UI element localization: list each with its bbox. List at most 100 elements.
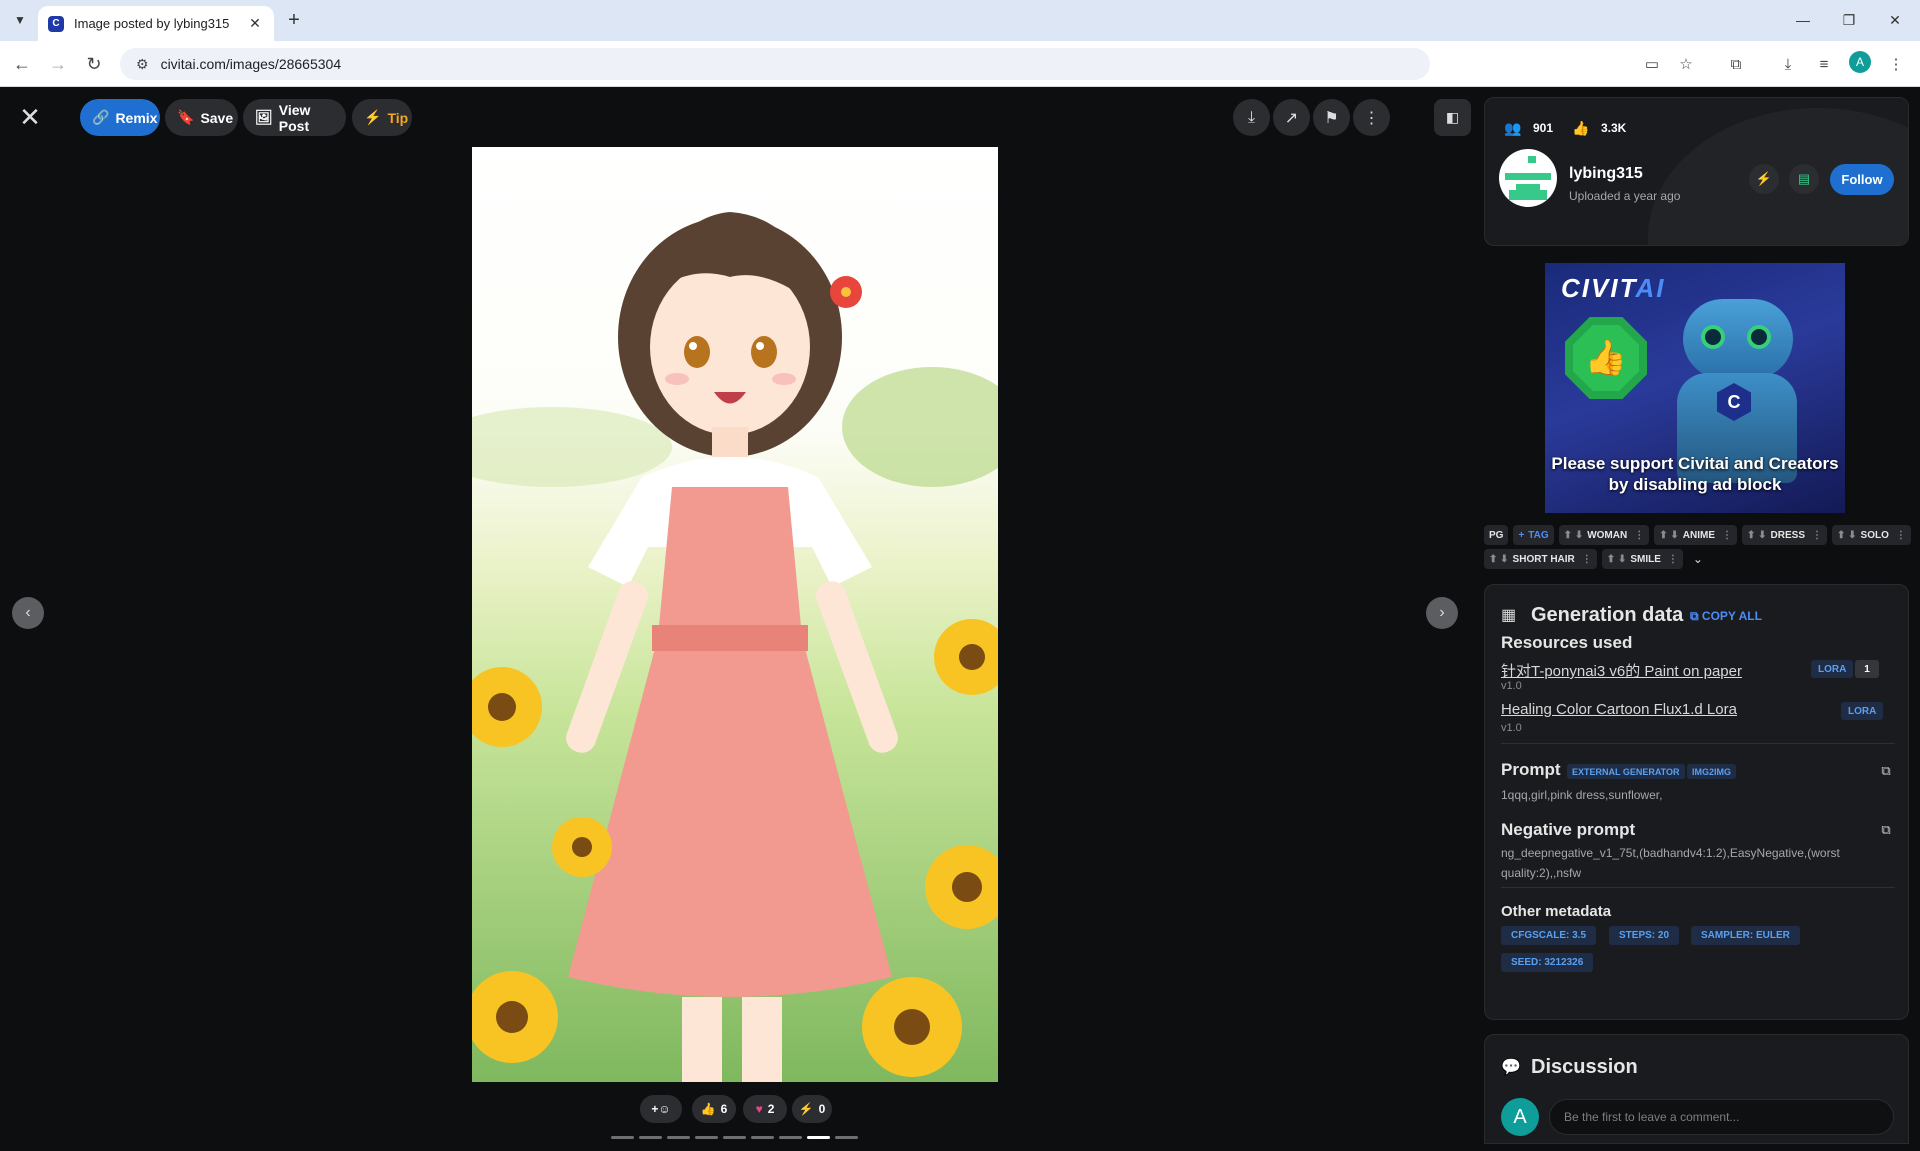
bookmark-star-icon[interactable]: ☆: [1674, 52, 1698, 76]
tag-menu-icon[interactable]: ⋮: [1668, 554, 1678, 565]
bolt-icon: ⚡: [798, 1102, 814, 1116]
previous-image-chevron-icon[interactable]: ‹: [12, 597, 44, 629]
copy-prompt-icon[interactable]: ⧉: [1877, 762, 1895, 780]
report-flag-icon[interactable]: ⚑: [1313, 99, 1350, 136]
tab-search-chevron-icon[interactable]: ▼: [8, 8, 32, 32]
expand-tags-chevron-icon[interactable]: ⌄: [1688, 549, 1708, 569]
steps-badge: STEPS: 20: [1609, 926, 1680, 945]
like-reaction-button[interactable]: 👍 6: [692, 1095, 736, 1123]
vote-arrows-icon[interactable]: ⬆ ⬇: [1489, 554, 1509, 565]
carousel-dot[interactable]: [723, 1136, 746, 1139]
discussion-title: Discussion: [1531, 1056, 1638, 1078]
tag-menu-icon[interactable]: ⋮: [1582, 554, 1592, 565]
toggle-sidebar-icon[interactable]: ◧: [1434, 99, 1471, 136]
browser-profile-avatar[interactable]: A: [1849, 51, 1871, 73]
install-app-icon[interactable]: ▭: [1640, 52, 1664, 76]
tag-menu-icon[interactable]: ⋮: [1634, 530, 1644, 541]
carousel-dot[interactable]: [751, 1136, 774, 1139]
extensions-puzzle-icon[interactable]: ⧉: [1724, 52, 1748, 76]
vote-arrows-icon[interactable]: ⬆ ⬇: [1564, 530, 1584, 541]
tag-chip[interactable]: ⬆ ⬇ WOMAN ⋮: [1558, 525, 1650, 545]
copy-all-button[interactable]: ⧉ COPY ALL: [1690, 609, 1762, 624]
copy-negative-prompt-icon[interactable]: ⧉: [1877, 821, 1895, 839]
main-image: [472, 147, 998, 1082]
media-controls-icon[interactable]: ≡: [1812, 52, 1836, 76]
window-close-icon[interactable]: ✕: [1872, 6, 1918, 34]
carousel-dot[interactable]: [639, 1136, 662, 1139]
generation-data-card: ▦ Generation data ⧉ COPY ALL Resources u…: [1484, 584, 1909, 1020]
buzz-reaction-button[interactable]: ⚡ 0: [792, 1095, 832, 1123]
more-options-icon[interactable]: ⋮: [1353, 99, 1390, 136]
tag-chip[interactable]: ⬆ ⬇ SHORT HAIR ⋮: [1484, 549, 1597, 569]
ad-logo-suffix: AI: [1635, 273, 1666, 303]
thumbs-up-badge-icon: 👍: [1565, 317, 1647, 399]
tag-chip[interactable]: ⬆ ⬇ SMILE ⋮: [1601, 549, 1683, 569]
prompt-text: 1qqq,girl,pink dress,sunflower,: [1501, 788, 1663, 802]
share-icon[interactable]: ↗: [1273, 99, 1310, 136]
discussion-card: 💬 Discussion A: [1484, 1034, 1909, 1144]
reload-icon[interactable]: ↻: [80, 50, 108, 78]
remix-button[interactable]: 🔗 Remix: [80, 99, 160, 136]
vote-arrows-icon[interactable]: ⬆ ⬇: [1747, 530, 1767, 541]
resource-link[interactable]: Healing Color Cartoon Flux1.d Lora: [1501, 701, 1737, 718]
resource-type-badge: LORA: [1811, 660, 1854, 678]
vote-arrows-icon[interactable]: ⬆ ⬇: [1837, 530, 1857, 541]
browser-menu-icon[interactable]: ⋮: [1884, 52, 1908, 76]
plus-icon: +: [1518, 529, 1525, 541]
tag-label: WOMAN: [1587, 529, 1628, 541]
add-reaction-button[interactable]: +☺: [640, 1095, 682, 1123]
tag-chip[interactable]: ⬆ ⬇ DRESS ⋮: [1742, 525, 1827, 545]
browser-tab-active[interactable]: C Image posted by lybing315 ✕: [38, 6, 274, 41]
heart-count: 2: [767, 1102, 775, 1116]
new-tab-plus-icon[interactable]: +: [282, 8, 306, 32]
tip-button[interactable]: ⚡ Tip: [352, 99, 412, 136]
divider: [1501, 743, 1895, 744]
address-bar[interactable]: ⚙ civitai.com/images/28665304: [120, 48, 1430, 80]
add-tag-button[interactable]: + TAG: [1513, 525, 1554, 545]
carousel-dot[interactable]: [611, 1136, 634, 1139]
tip-user-bolt-icon[interactable]: ⚡: [1749, 164, 1779, 194]
link-icon: 🔗: [92, 109, 110, 125]
window-minimize-icon[interactable]: —: [1780, 6, 1826, 34]
tag-label: ANIME: [1682, 529, 1715, 541]
download-icon[interactable]: ⤓: [1233, 99, 1270, 136]
heart-reaction-button[interactable]: ♥ 2: [743, 1095, 787, 1123]
tag-menu-icon[interactable]: ⋮: [1896, 530, 1906, 541]
forward-arrow-icon[interactable]: →: [44, 50, 72, 78]
likes-stat: 👍 3.3K: [1569, 116, 1626, 140]
tag-menu-icon[interactable]: ⋮: [1722, 530, 1732, 541]
comment-input[interactable]: [1549, 1099, 1894, 1135]
window-restore-icon[interactable]: ❐: [1826, 6, 1872, 34]
generation-title: Generation data: [1531, 604, 1684, 626]
save-button[interactable]: 🔖 Save: [165, 99, 238, 136]
image-details-sidebar: 👥 901 👍 3.3K lybing315 Uploaded a year a…: [1484, 87, 1920, 1151]
site-info-icon[interactable]: ⚙: [136, 56, 149, 73]
user-avatar[interactable]: [1499, 149, 1557, 207]
message-user-icon[interactable]: ▤: [1789, 164, 1819, 194]
view-post-button[interactable]: 🖼 View Post: [243, 99, 346, 136]
username-link[interactable]: lybing315: [1569, 165, 1643, 183]
tag-chip[interactable]: ⬆ ⬇ SOLO ⋮: [1832, 525, 1911, 545]
carousel-dot[interactable]: [779, 1136, 802, 1139]
vote-arrows-icon[interactable]: ⬆ ⬇: [1659, 530, 1679, 541]
tab-close-icon[interactable]: ✕: [246, 15, 264, 32]
copy-icon: ⧉: [1690, 609, 1699, 623]
rating-badge[interactable]: PG: [1484, 525, 1509, 545]
carousel-dot[interactable]: [695, 1136, 718, 1139]
next-image-chevron-icon[interactable]: ›: [1426, 597, 1458, 629]
resource-link[interactable]: 针对T-ponynai3 v6的 Paint on paper: [1501, 660, 1742, 681]
back-arrow-icon[interactable]: ←: [8, 50, 36, 78]
cfgscale-badge: CFGSCALE: 3.5: [1501, 926, 1597, 945]
civitai-favicon-icon: C: [48, 15, 64, 32]
tag-label: DRESS: [1770, 529, 1805, 541]
downloads-icon[interactable]: ⤓: [1776, 52, 1800, 76]
carousel-dot[interactable]: [835, 1136, 858, 1139]
ad-banner[interactable]: CIVITAI 👍 C Please support Civitai and C…: [1545, 263, 1845, 513]
carousel-dot[interactable]: [667, 1136, 690, 1139]
tag-menu-icon[interactable]: ⋮: [1812, 530, 1822, 541]
follow-button[interactable]: Follow: [1830, 164, 1894, 195]
vote-arrows-icon[interactable]: ⬆ ⬇: [1607, 554, 1627, 565]
close-viewer-icon[interactable]: ✕: [14, 101, 46, 133]
carousel-dot[interactable]: [807, 1136, 830, 1139]
tag-chip[interactable]: ⬆ ⬇ ANIME ⋮: [1654, 525, 1737, 545]
